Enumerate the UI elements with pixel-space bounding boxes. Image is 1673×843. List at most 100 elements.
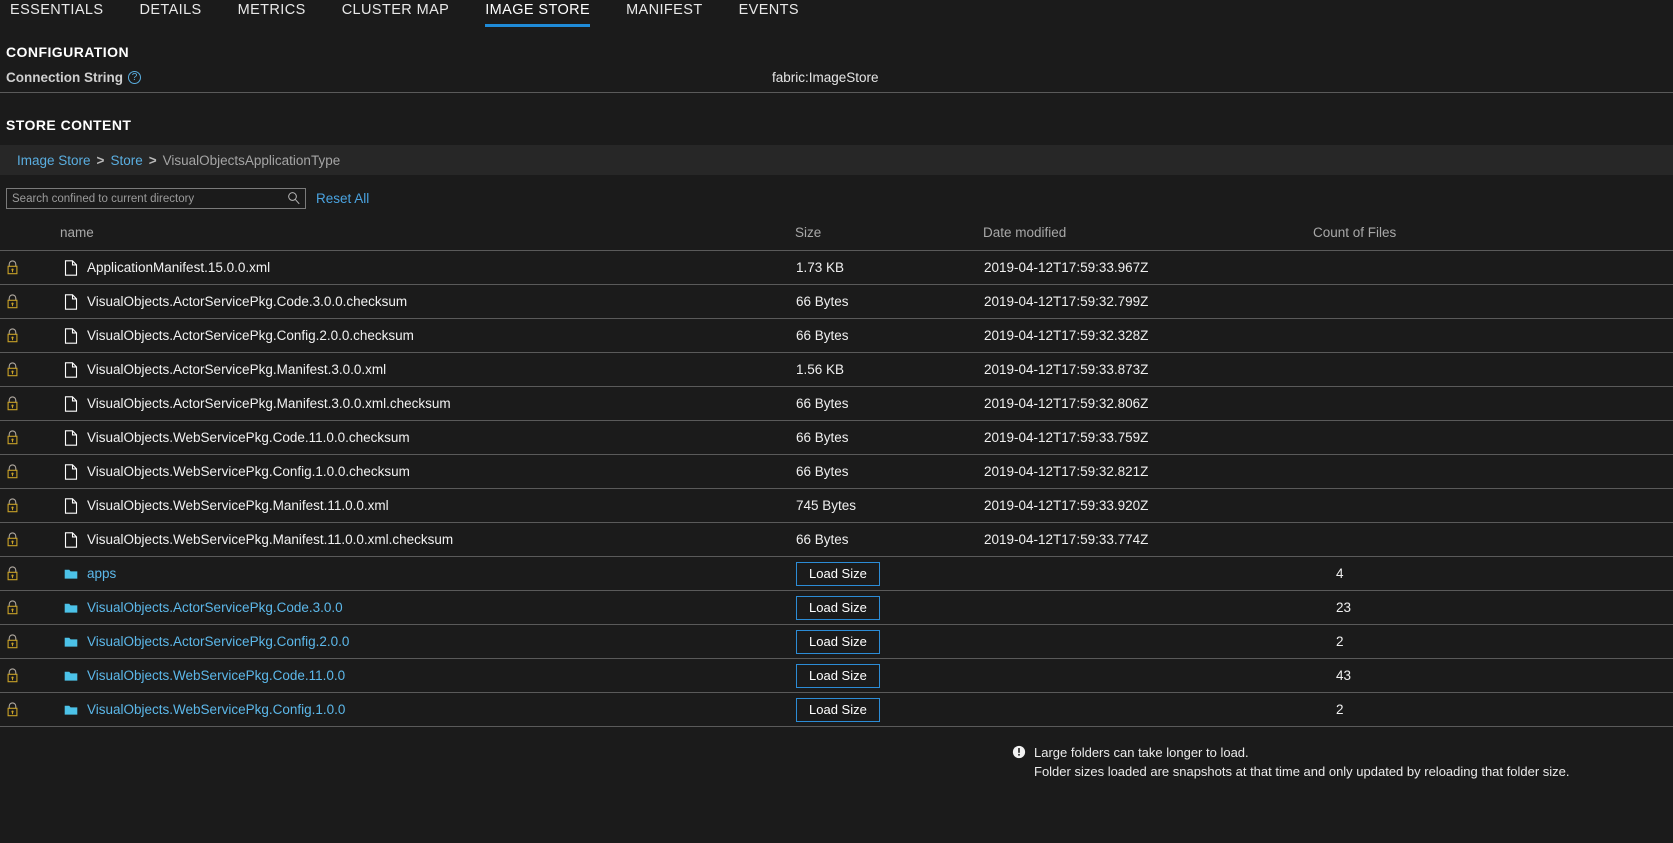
folder-link[interactable]: VisualObjects.WebServicePkg.Config.1.0.0: [87, 702, 345, 717]
load-size-button[interactable]: Load Size: [796, 663, 880, 688]
footer-note-lines: Large folders can take longer to load. F…: [1034, 743, 1570, 781]
row-lock-cell: [0, 454, 60, 489]
table-row[interactable]: VisualObjects.ActorServicePkg.Manifest.3…: [0, 352, 1673, 387]
folder-link[interactable]: VisualObjects.WebServicePkg.Code.11.0.0: [87, 668, 345, 683]
info-icon: [1012, 745, 1026, 759]
table-row[interactable]: VisualObjects.WebServicePkg.Manifest.11.…: [0, 522, 1673, 557]
tab-image-store[interactable]: IMAGE STORE: [485, 0, 590, 27]
row-name-cell: VisualObjects.ActorServicePkg.Manifest.3…: [60, 352, 795, 387]
row-size-cell: Load Size: [795, 556, 983, 591]
row-name-cell: VisualObjects.ActorServicePkg.Code.3.0.0: [60, 590, 795, 625]
row-lock-cell: [0, 250, 60, 285]
footer-note: Large folders can take longer to load. F…: [0, 727, 1673, 781]
connection-string-value: fabric:ImageStore: [772, 70, 879, 85]
help-icon[interactable]: ?: [128, 71, 141, 84]
row-count-cell: [1313, 318, 1673, 353]
lock-icon: [7, 532, 18, 547]
folder-link[interactable]: VisualObjects.ActorServicePkg.Code.3.0.0: [87, 600, 343, 615]
row-name-cell: apps: [60, 556, 795, 591]
load-size-button[interactable]: Load Size: [796, 561, 880, 586]
folder-link[interactable]: VisualObjects.ActorServicePkg.Config.2.0…: [87, 634, 349, 649]
table-row[interactable]: VisualObjects.WebServicePkg.Code.11.0.0 L…: [0, 658, 1673, 693]
table-row[interactable]: VisualObjects.WebServicePkg.Code.11.0.0.…: [0, 420, 1673, 455]
size-value: 66 Bytes: [796, 294, 849, 309]
row-name-cell: VisualObjects.WebServicePkg.Code.11.0.0: [60, 658, 795, 693]
file-icon: [64, 361, 78, 378]
tab-manifest[interactable]: MANIFEST: [626, 0, 703, 27]
table-row[interactable]: apps Load Size 4: [0, 556, 1673, 591]
store-content-table: name Size Date modified Count of Files A…: [0, 219, 1673, 727]
breadcrumb: Image Store > Store > VisualObjectsApplicati…: [0, 145, 1673, 175]
name-cell-content: VisualObjects.ActorServicePkg.Manifest.3…: [61, 395, 794, 412]
row-lock-cell: [0, 386, 60, 421]
breadcrumb-separator: >: [96, 152, 105, 168]
table-row[interactable]: VisualObjects.ActorServicePkg.Config.2.0…: [0, 318, 1673, 353]
footer-note-line-1: Large folders can take longer to load.: [1034, 745, 1249, 760]
file-icon: [64, 395, 78, 412]
connection-string-label-text: Connection String: [6, 70, 123, 85]
column-header-name[interactable]: name: [60, 219, 795, 251]
row-date-cell: 2019-04-12T17:59:33.873Z: [983, 352, 1313, 387]
tab-details[interactable]: DETAILS: [139, 0, 201, 27]
size-value: 66 Bytes: [796, 532, 849, 547]
row-lock-cell: [0, 658, 60, 693]
row-name-cell: VisualObjects.WebServicePkg.Manifest.11.…: [60, 488, 795, 523]
configuration-section: CONFIGURATION Connection String ? fabric…: [0, 30, 1673, 93]
table-row[interactable]: VisualObjects.ActorServicePkg.Config.2.0…: [0, 624, 1673, 659]
row-date-cell: [983, 658, 1313, 693]
lock-icon: [7, 702, 18, 717]
row-date-cell: [983, 624, 1313, 659]
table-row[interactable]: ApplicationManifest.15.0.0.xml 1.73 KB 201…: [0, 250, 1673, 285]
search-input[interactable]: [6, 188, 306, 209]
table-row[interactable]: VisualObjects.ActorServicePkg.Code.3.0.0…: [0, 284, 1673, 319]
column-header-size[interactable]: Size: [795, 219, 983, 251]
tab-essentials[interactable]: ESSENTIALS: [10, 0, 103, 27]
name-cell-content: VisualObjects.WebServicePkg.Code.11.0.0.…: [61, 429, 794, 446]
connection-string-label: Connection String ?: [6, 70, 141, 85]
row-count-cell: 23: [1313, 590, 1673, 625]
load-size-button[interactable]: Load Size: [796, 697, 880, 722]
name-cell-content: apps: [61, 566, 794, 582]
load-size-button[interactable]: Load Size: [796, 629, 880, 654]
name-cell-content: ApplicationManifest.15.0.0.xml: [61, 259, 794, 276]
row-count-cell: [1313, 386, 1673, 421]
table-row[interactable]: VisualObjects.WebServicePkg.Config.1.0.0…: [0, 454, 1673, 489]
lock-icon: [7, 328, 18, 343]
row-size-cell: Load Size: [795, 590, 983, 625]
load-size-button[interactable]: Load Size: [796, 595, 880, 620]
folder-icon: [64, 637, 78, 647]
row-name-cell: VisualObjects.ActorServicePkg.Config.2.0…: [60, 318, 795, 353]
column-header-date[interactable]: Date modified: [983, 219, 1313, 251]
size-value: 66 Bytes: [796, 430, 849, 445]
name-cell-content: VisualObjects.ActorServicePkg.Code.3.0.0…: [61, 293, 794, 310]
search-row: Reset All: [0, 175, 1673, 219]
row-count-cell: [1313, 284, 1673, 319]
store-content-section: STORE CONTENT Image Store > Store > VisualOb…: [0, 93, 1673, 781]
tab-metrics[interactable]: METRICS: [238, 0, 306, 27]
row-name-cell: VisualObjects.ActorServicePkg.Manifest.3…: [60, 386, 795, 421]
row-size-cell: Load Size: [795, 658, 983, 693]
lock-icon: [7, 668, 18, 683]
name-cell-content: VisualObjects.WebServicePkg.Code.11.0.0: [61, 668, 794, 684]
row-date-cell: 2019-04-12T17:59:33.967Z: [983, 250, 1313, 285]
table-row[interactable]: VisualObjects.WebServicePkg.Config.1.0.0…: [0, 692, 1673, 727]
table-row[interactable]: VisualObjects.WebServicePkg.Manifest.11.…: [0, 488, 1673, 523]
size-value: 66 Bytes: [796, 328, 849, 343]
file-icon: [64, 463, 78, 480]
breadcrumb-link-1[interactable]: Store: [110, 153, 142, 168]
table-row[interactable]: VisualObjects.ActorServicePkg.Code.3.0.0…: [0, 590, 1673, 625]
reset-all-link[interactable]: Reset All: [316, 191, 369, 206]
tab-cluster-map[interactable]: CLUSTER MAP: [342, 0, 450, 27]
folder-link[interactable]: apps: [87, 566, 116, 581]
breadcrumb-link-0[interactable]: Image Store: [17, 153, 91, 168]
row-size-cell: 1.56 KB: [795, 352, 983, 387]
table-row[interactable]: VisualObjects.ActorServicePkg.Manifest.3…: [0, 386, 1673, 421]
row-date-cell: 2019-04-12T17:59:32.799Z: [983, 284, 1313, 319]
tab-events[interactable]: EVENTS: [739, 0, 799, 27]
file-icon: [64, 531, 78, 548]
folder-icon: [64, 705, 78, 715]
row-date-cell: [983, 692, 1313, 727]
name-cell-content: VisualObjects.WebServicePkg.Config.1.0.0: [61, 702, 794, 718]
row-lock-cell: [0, 352, 60, 387]
column-header-count[interactable]: Count of Files: [1313, 219, 1673, 251]
